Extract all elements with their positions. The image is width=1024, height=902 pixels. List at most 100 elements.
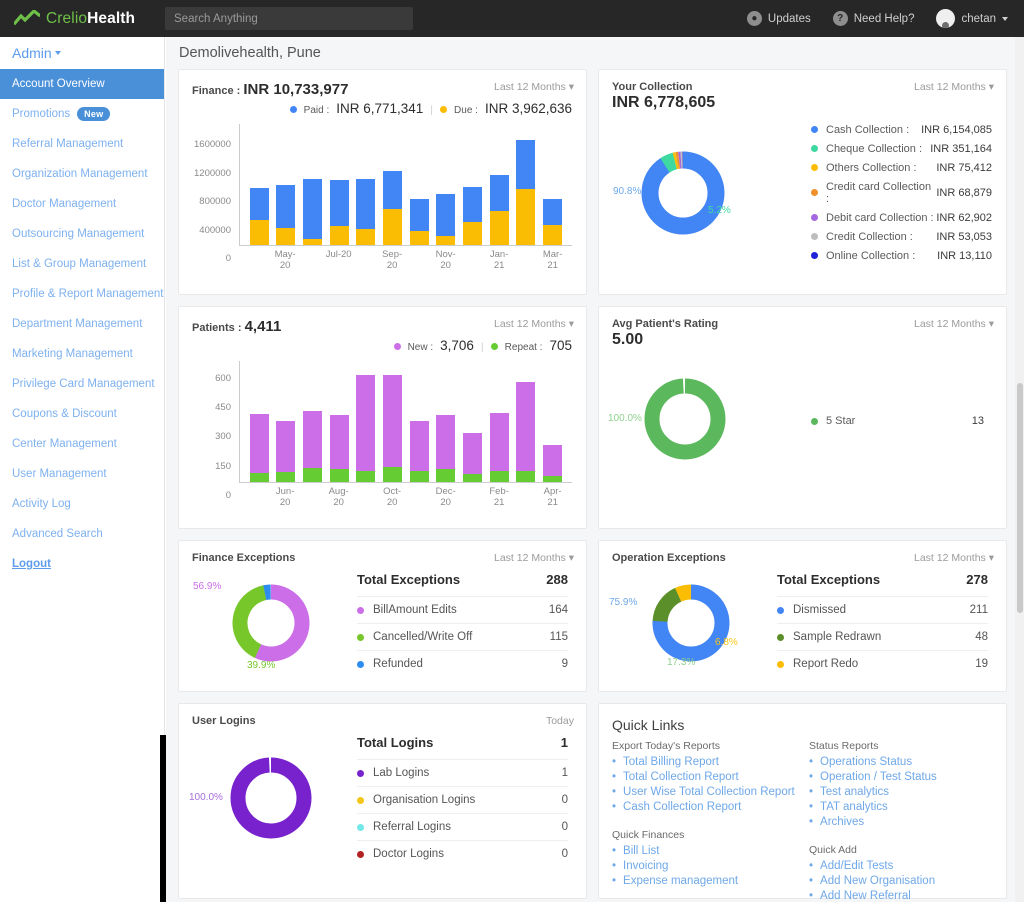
quick-link-total-billing-report[interactable]: • Total Billing Report	[612, 755, 809, 770]
sidebar-item-advanced-search[interactable]: Advanced Search	[0, 519, 164, 549]
logins-total-value: 1	[560, 735, 568, 750]
updates-label: Updates	[767, 12, 811, 25]
sidebar-item-user-management[interactable]: User Management	[0, 459, 164, 489]
sidebar-item-coupons-discount[interactable]: Coupons & Discount	[0, 399, 164, 429]
finance-exception-row: Refunded 9	[357, 650, 568, 677]
sidebar-item-center-management[interactable]: Center Management	[0, 429, 164, 459]
search-input[interactable]	[165, 7, 413, 30]
quick-link-operation-test-status[interactable]: • Operation / Test Status	[809, 770, 1006, 785]
operation-exception-row: Dismissed 211	[777, 596, 988, 623]
quick-link-total-collection-report[interactable]: • Total Collection Report	[612, 770, 809, 785]
chevron-down-icon	[54, 51, 61, 55]
sidebar-item-profile-report-management[interactable]: Profile & Report Management	[0, 279, 164, 309]
paid-legend-dot	[289, 106, 297, 113]
x-axis-tick-label: Mar-21	[542, 249, 563, 271]
question-icon: ?	[832, 11, 848, 26]
finance-exceptions-card: Finance Exceptions Last 12 Months ▾ 56.9…	[178, 540, 587, 692]
x-axis-tick-label: Jan-21	[489, 249, 509, 271]
bar-Jul-20	[303, 411, 323, 482]
sidebar-item-promotions[interactable]: Promotions New	[0, 99, 164, 129]
need-help-button[interactable]: ? Need Help?	[832, 11, 914, 26]
bar-segment-new	[436, 415, 456, 470]
quick-link-bill-list[interactable]: • Bill List	[612, 844, 809, 859]
quick-link-user-wise-total-collection-report[interactable]: • User Wise Total Collection Report	[612, 785, 809, 800]
finance-exceptions-period-selector[interactable]: Last 12 Months ▾	[494, 552, 574, 564]
bar-Feb-21	[516, 140, 536, 245]
bar-segment-repeat	[383, 467, 403, 482]
sidebar-item-privilege-card-management[interactable]: Privilege Card Management	[0, 369, 164, 399]
sidebar-item-marketing-management[interactable]: Marketing Management	[0, 339, 164, 369]
bar-Oct-20	[409, 198, 429, 245]
bar-segment-due	[249, 220, 269, 245]
quick-link-label: Archives	[820, 816, 865, 828]
sidebar-item-list-group-management[interactable]: List & Group Management	[0, 249, 164, 279]
bar-segment-new	[303, 411, 323, 468]
legend-name: Cheque Collection :	[811, 143, 930, 155]
op-exc-total-label: Total Exceptions	[777, 572, 881, 587]
sidebar-item-department-management[interactable]: Department Management	[0, 309, 164, 339]
row-label: Refunded	[357, 658, 423, 670]
quick-link-add-edit-tests[interactable]: • Add/Edit Tests	[809, 859, 1006, 874]
sidebar-item-account-overview[interactable]: Account Overview	[0, 69, 164, 99]
finance-period-selector[interactable]: Last 12 Months ▾	[494, 81, 574, 93]
collection-legend-row: Credit card Collection : INR 68,879	[811, 177, 992, 208]
collection-period-selector[interactable]: Last 12 Months ▾	[914, 81, 994, 93]
due-legend-value: INR 3,962,636	[484, 101, 572, 116]
row-label: Lab Logins	[357, 767, 429, 779]
quick-links-column-1: Export Today's Reports • Total Billing Rep…	[612, 740, 809, 902]
patients-period-selector[interactable]: Last 12 Months ▾	[494, 318, 574, 330]
bar-segment-paid	[463, 186, 483, 222]
quick-link-invoicing[interactable]: • Invoicing	[612, 859, 809, 874]
brand-logo-area[interactable]: CrelioHealth	[0, 10, 165, 28]
operation-exceptions-period-selector[interactable]: Last 12 Months ▾	[914, 552, 994, 564]
quick-link-tat-analytics[interactable]: • TAT analytics	[809, 800, 1006, 815]
bar-Nov-20	[409, 420, 429, 482]
sidebar-item-label: Marketing Management	[12, 348, 133, 360]
bar-Apr-21	[543, 444, 563, 482]
row-dot	[357, 606, 364, 614]
bar-segment-paid	[276, 184, 296, 229]
vertical-scrollbar-thumb[interactable]	[1017, 383, 1023, 613]
user-menu[interactable]: chetan	[936, 9, 1008, 28]
sidebar-item-logout[interactable]: Logout	[0, 549, 164, 579]
row-dot	[357, 660, 364, 668]
rating-card-title: Avg Patient's Rating	[612, 318, 719, 330]
vertical-scrollbar-track[interactable]	[1015, 37, 1024, 902]
top-bar-actions: ● Updates ? Need Help? chetan	[746, 9, 1024, 28]
admin-label: Admin	[12, 45, 52, 61]
quick-link-add-new-referral[interactable]: • Add New Referral	[809, 889, 1006, 902]
due-legend-label: Due :	[454, 105, 478, 116]
quick-links-title: Quick Links	[612, 717, 685, 733]
quick-link-expense-management[interactable]: • Expense management	[612, 874, 809, 889]
sidebar-item-organization-management[interactable]: Organization Management	[0, 159, 164, 189]
quick-links-group-title: Status Reports	[809, 740, 879, 752]
bar-segment-due	[516, 189, 536, 245]
row-label: Report Redo	[777, 658, 858, 670]
sidebar-admin-dropdown[interactable]: Admin	[0, 37, 164, 69]
sidebar-item-activity-log[interactable]: Activity Log	[0, 489, 164, 519]
legend-name: Credit card Collection :	[811, 181, 936, 205]
updates-button[interactable]: ● Updates	[746, 11, 811, 26]
bar-segment-paid	[329, 180, 349, 227]
bar-segment-paid	[516, 140, 536, 190]
row-value: 9	[561, 658, 568, 670]
page-title: Demolivehealth, Pune	[179, 45, 321, 61]
quick-link-test-analytics[interactable]: • Test analytics	[809, 785, 1006, 800]
quick-link-add-new-organisation[interactable]: • Add New Organisation	[809, 874, 1006, 889]
sidebar-item-referral-management[interactable]: Referral Management	[0, 129, 164, 159]
rating-period-selector[interactable]: Last 12 Months ▾	[914, 318, 994, 330]
bar-segment-paid	[436, 193, 456, 237]
collection-legend-list: Cash Collection : INR 6,154,085 Cheque Col…	[811, 120, 992, 265]
sidebar-item-outsourcing-management[interactable]: Outsourcing Management	[0, 219, 164, 249]
x-axis-tick-label: Aug-20	[328, 486, 349, 508]
row-label: Referral Logins	[357, 821, 451, 833]
user-logins-period-label[interactable]: Today	[546, 715, 574, 727]
quick-link-cash-collection-report[interactable]: • Cash Collection Report	[612, 800, 809, 815]
row-dot	[357, 769, 364, 777]
quick-link-archives[interactable]: • Archives	[809, 815, 1006, 830]
quick-link-operations-status[interactable]: • Operations Status	[809, 755, 1006, 770]
legend-separator: |	[480, 341, 484, 353]
sidebar-item-doctor-management[interactable]: Doctor Management	[0, 189, 164, 219]
